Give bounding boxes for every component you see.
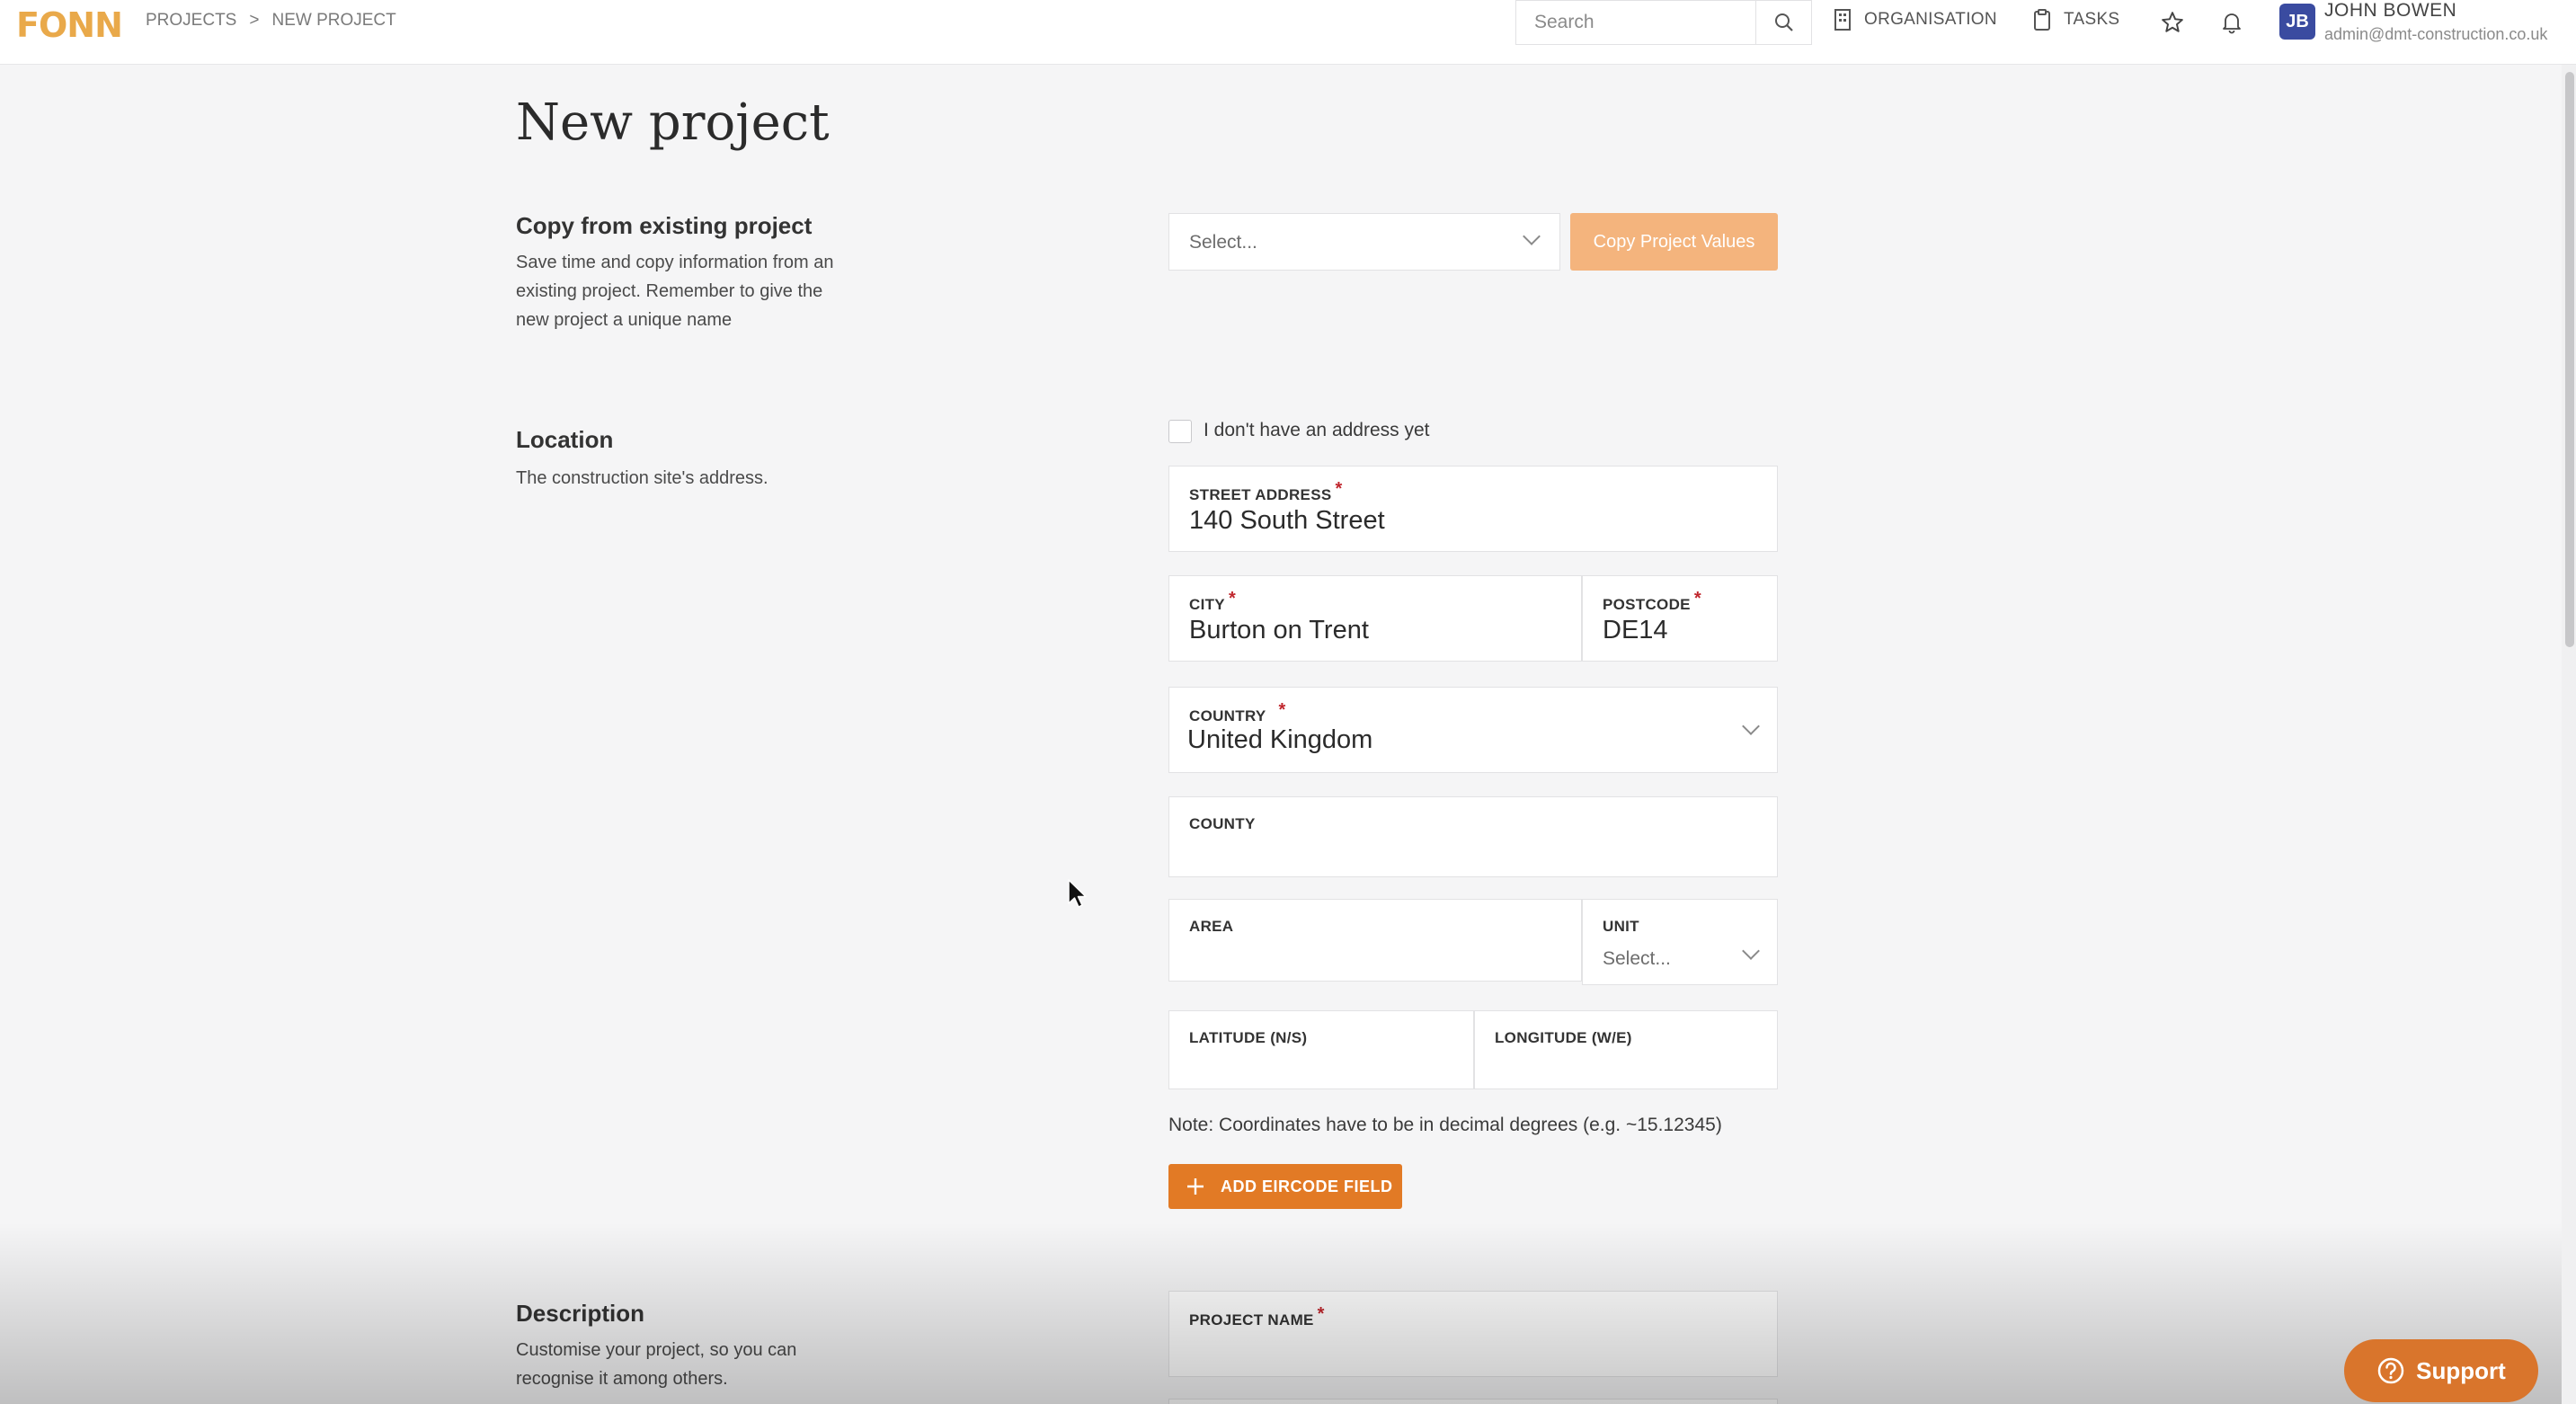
description-section-title: Description	[516, 1300, 645, 1327]
country-select[interactable]: COUNTRY * United Kingdom	[1168, 687, 1778, 773]
star-icon	[2162, 12, 2183, 32]
required-asterisk: *	[1278, 700, 1286, 720]
postcode-label: POSTCODE *	[1603, 589, 1701, 615]
unit-label: UNIT	[1603, 918, 1639, 935]
building-icon	[1834, 9, 1851, 31]
breadcrumb-separator: >	[249, 11, 260, 30]
favorites-button[interactable]	[2157, 7, 2188, 38]
existing-project-select[interactable]: Select...	[1168, 213, 1560, 271]
coordinates-note: Note: Coordinates have to be in decimal …	[1168, 1115, 1722, 1135]
support-button[interactable]: Support	[2344, 1339, 2538, 1402]
county-field[interactable]: COUNTY	[1168, 796, 1778, 877]
required-asterisk: *	[1335, 479, 1343, 499]
required-asterisk: *	[1693, 589, 1701, 609]
nav-tasks[interactable]: TASKS	[2033, 9, 2119, 31]
description-desc-line: recognise it among others.	[516, 1369, 728, 1389]
no-address-checkbox[interactable]	[1168, 420, 1192, 443]
existing-project-select-placeholder: Select...	[1189, 232, 1257, 253]
project-name-label-text: PROJECT NAME	[1189, 1311, 1314, 1328]
chevron-down-icon	[1523, 227, 1541, 245]
copy-section-title: Copy from existing project	[516, 212, 813, 239]
description-section-description: Customise your project, so you can recog…	[516, 1336, 796, 1393]
avatar[interactable]: JB	[2279, 4, 2315, 40]
clipboard-icon	[2034, 9, 2050, 31]
city-label-text: CITY	[1189, 596, 1225, 613]
postcode-value: DE14	[1603, 616, 1668, 644]
street-address-label-text: STREET ADDRESS	[1189, 486, 1332, 503]
notifications-button[interactable]	[2216, 7, 2247, 38]
user-email: admin@dmt-construction.co.uk	[2324, 25, 2548, 43]
support-label: Support	[2416, 1356, 2506, 1384]
mouse-cursor-icon	[1068, 879, 1087, 908]
longitude-field[interactable]: LONGITUDE (W/E)	[1474, 1010, 1778, 1089]
bell-icon	[2223, 13, 2241, 34]
unit-select[interactable]: UNIT Select...	[1582, 899, 1778, 985]
chevron-down-icon	[1742, 942, 1760, 960]
longitude-label: LONGITUDE (W/E)	[1495, 1029, 1632, 1046]
location-section-description: The construction site's address.	[516, 468, 768, 488]
nav-organisation[interactable]: ORGANISATION	[1834, 9, 1997, 31]
scrollbar-thumb[interactable]	[2565, 72, 2574, 647]
next-field[interactable]	[1168, 1399, 1778, 1404]
county-label: COUNTY	[1189, 815, 1256, 832]
copy-desc-line: Save time and copy information from an	[516, 253, 834, 272]
page-title: New project	[516, 93, 830, 152]
add-eircode-field-button[interactable]: ADD EIRCODE FIELD	[1168, 1164, 1402, 1209]
fonn-logo[interactable]: FONN	[16, 5, 123, 45]
country-label: COUNTRY *	[1189, 700, 1286, 726]
search-button[interactable]	[1755, 1, 1811, 44]
street-address-field[interactable]: STREET ADDRESS * 140 South Street	[1168, 466, 1778, 552]
copy-desc-line: new project a unique name	[516, 310, 733, 330]
unit-placeholder: Select...	[1603, 948, 1671, 969]
search-icon	[1774, 13, 1793, 31]
postcode-label-text: POSTCODE	[1603, 596, 1691, 613]
area-field[interactable]: AREA	[1168, 899, 1582, 982]
breadcrumb-new-project: NEW PROJECT	[271, 11, 396, 30]
add-eircode-label: ADD EIRCODE FIELD	[1221, 1177, 1393, 1195]
breadcrumb: PROJECTS > NEW PROJECT	[146, 11, 396, 31]
nav-organisation-label: ORGANISATION	[1864, 10, 1997, 29]
copy-desc-line: existing project. Remember to give the	[516, 281, 823, 301]
city-value: Burton on Trent	[1189, 616, 1369, 644]
city-field[interactable]: CITY * Burton on Trent	[1168, 575, 1582, 662]
user-name[interactable]: JOHN BOWEN	[2324, 0, 2456, 22]
country-label-text: COUNTRY	[1189, 707, 1266, 724]
latitude-field[interactable]: LATITUDE (N/S)	[1168, 1010, 1474, 1089]
no-address-label[interactable]: I don't have an address yet	[1204, 420, 1430, 441]
nav-tasks-label: TASKS	[2064, 10, 2120, 29]
location-section-title: Location	[516, 426, 614, 453]
street-address-value: 140 South Street	[1189, 506, 1385, 535]
top-bar: FONN PROJECTS > NEW PROJECT ORGANISATION…	[0, 0, 2576, 65]
breadcrumb-projects[interactable]: PROJECTS	[146, 11, 236, 31]
search-box	[1515, 0, 1812, 45]
chevron-down-icon	[1742, 717, 1760, 735]
required-asterisk: *	[1228, 589, 1237, 609]
help-icon	[2377, 1357, 2404, 1384]
project-name-label: PROJECT NAME *	[1189, 1304, 1325, 1330]
street-address-label: STREET ADDRESS *	[1189, 479, 1343, 505]
plus-icon	[1187, 1178, 1204, 1195]
required-asterisk: *	[1317, 1304, 1325, 1324]
area-label: AREA	[1189, 918, 1234, 935]
city-label: CITY *	[1189, 589, 1236, 615]
copy-section-description: Save time and copy information from an e…	[516, 248, 834, 334]
project-name-field[interactable]: PROJECT NAME *	[1168, 1291, 1778, 1377]
copy-project-values-button[interactable]: Copy Project Values	[1570, 213, 1778, 271]
postcode-field[interactable]: POSTCODE * DE14	[1582, 575, 1778, 662]
country-value: United Kingdom	[1187, 725, 1373, 754]
description-desc-line: Customise your project, so you can	[516, 1340, 797, 1360]
latitude-label: LATITUDE (N/S)	[1189, 1029, 1308, 1046]
search-input[interactable]	[1516, 1, 1757, 44]
